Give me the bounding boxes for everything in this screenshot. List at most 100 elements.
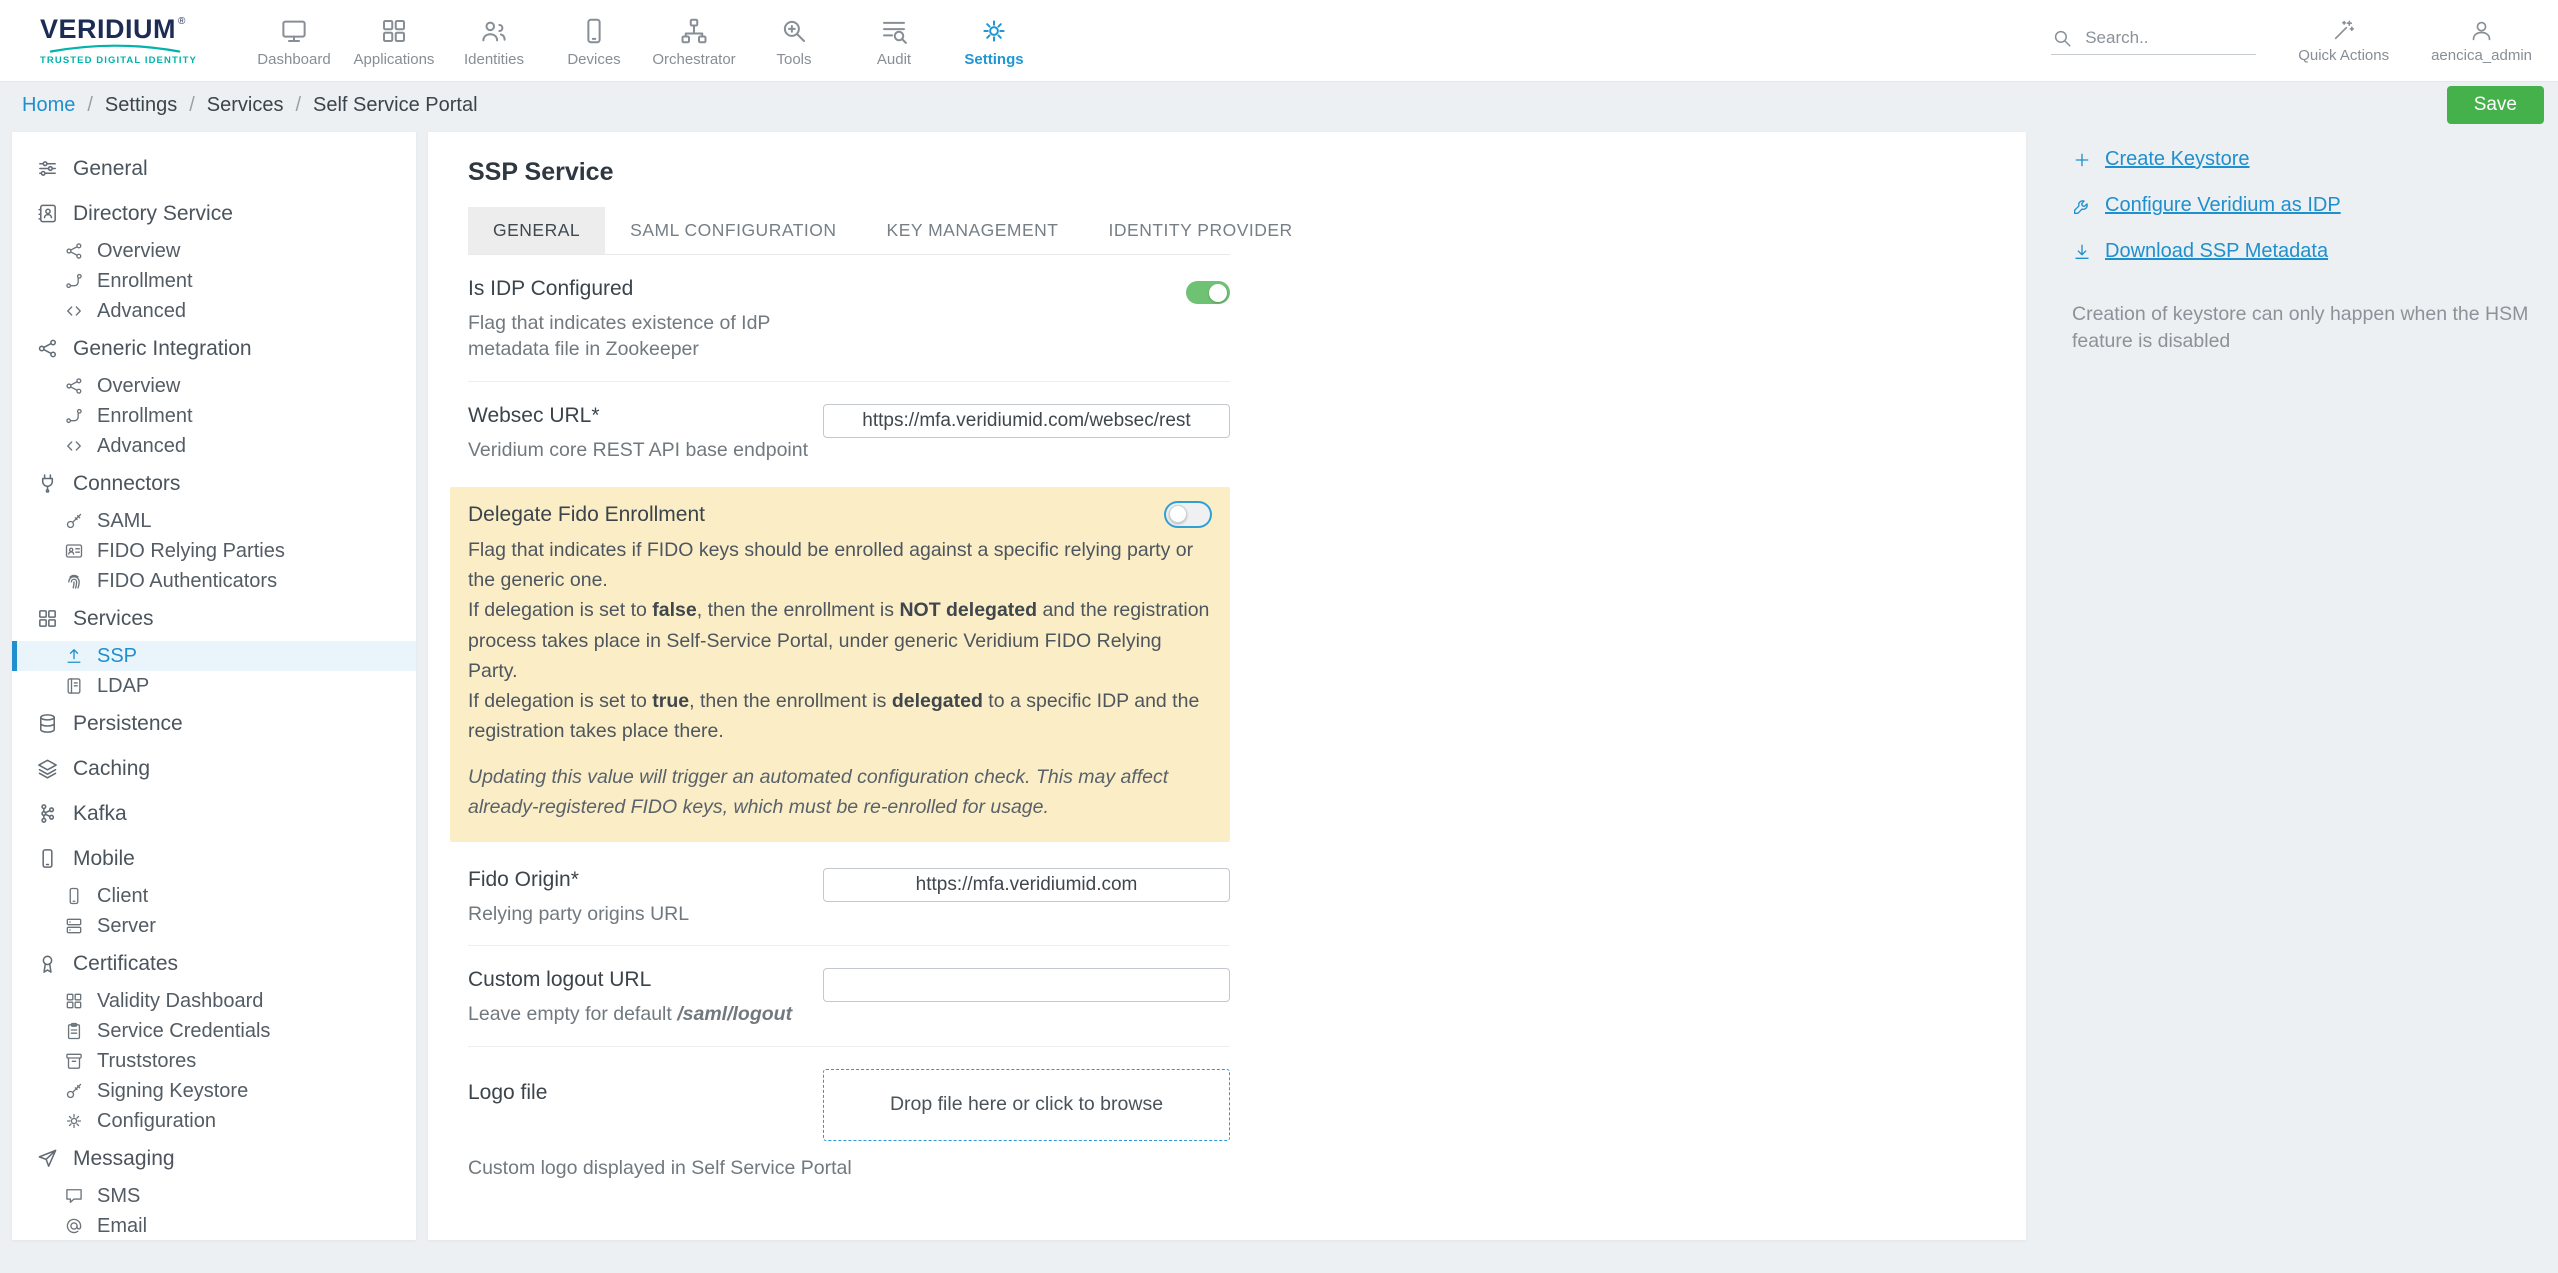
breadcrumb-services[interactable]: Services — [207, 94, 284, 117]
delegate-fido-toggle[interactable] — [1166, 503, 1210, 526]
content-area: GeneralDirectory ServiceOverviewEnrollme… — [0, 128, 2558, 1240]
sidebar-item-enrollment[interactable]: Enrollment — [12, 401, 416, 431]
nav-item-identities[interactable]: Identities — [444, 14, 544, 68]
tab-identity-provider[interactable]: IDENTITY PROVIDER — [1084, 207, 1318, 254]
sidebar-item-email[interactable]: Email — [12, 1211, 416, 1240]
sidebar-item-label: Service Credentials — [97, 1021, 270, 1041]
sidebar-item-generic-integration[interactable]: Generic Integration — [12, 326, 416, 371]
user-icon — [2469, 18, 2494, 43]
sidebar-item-configuration[interactable]: Configuration — [12, 1106, 416, 1136]
brand-tagline: TRUSTED DIGITAL IDENTITY — [40, 55, 230, 66]
share-icon — [64, 376, 84, 396]
database-icon — [36, 712, 59, 735]
delegate-fido-warning-note: Updating this value will trigger an auto… — [468, 763, 1210, 822]
logo-dropzone[interactable]: Drop file here or click to browse — [823, 1069, 1230, 1141]
sidebar-item-advanced[interactable]: Advanced — [12, 431, 416, 461]
sidebar-item-enrollment[interactable]: Enrollment — [12, 266, 416, 296]
nav-item-settings[interactable]: Settings — [944, 14, 1044, 68]
sidebar-item-label: Signing Keystore — [97, 1081, 248, 1101]
field-row-custom-logout-url: Custom logout URL Leave empty for defaul… — [468, 946, 1230, 1046]
sidebar-item-advanced[interactable]: Advanced — [12, 296, 416, 326]
configure-veridium-as-idp-link[interactable]: Configure Veridium as IDP — [2072, 194, 2536, 217]
layers-icon — [36, 757, 59, 780]
custom-logout-url-label: Custom logout URL — [468, 968, 792, 992]
sidebar-item-ssp[interactable]: SSP — [12, 641, 416, 671]
side-actions-list: Create Keystore Configure Veridium as IDP… — [2072, 148, 2536, 263]
websec-url-input[interactable] — [823, 404, 1230, 438]
sidebar-item-label: Connectors — [73, 473, 180, 495]
delegate-fido-description: Flag that indicates if FIDO keys should … — [468, 535, 1210, 747]
sidebar-item-saml[interactable]: SAML — [12, 506, 416, 536]
sidebar-item-server[interactable]: Server — [12, 911, 416, 941]
apps-icon — [36, 607, 59, 630]
sidebar-item-validity-dashboard[interactable]: Validity Dashboard — [12, 986, 416, 1016]
sidebar-item-overview[interactable]: Overview — [12, 371, 416, 401]
kafka-icon — [36, 802, 59, 825]
sidebar-item-overview[interactable]: Overview — [12, 236, 416, 266]
breadcrumb-separator: / — [189, 94, 195, 117]
save-button[interactable]: Save — [2447, 86, 2544, 124]
sidebar-item-certificates[interactable]: Certificates — [12, 941, 416, 986]
create-keystore-link[interactable]: Create Keystore — [2072, 148, 2536, 171]
send-icon — [36, 1147, 59, 1170]
breadcrumb-separator: / — [295, 94, 301, 117]
nav-item-tools[interactable]: Tools — [744, 14, 844, 68]
veridium-logo[interactable]: VERIDIUM ® TRUSTED DIGITAL IDENTITY — [40, 16, 230, 66]
tools-icon — [779, 16, 809, 46]
nav-item-label: Identities — [464, 51, 524, 68]
nav-item-applications[interactable]: Applications — [344, 14, 444, 68]
breadcrumb-self-service-portal: Self Service Portal — [313, 94, 478, 117]
nav-item-devices[interactable]: Devices — [544, 14, 644, 68]
search-icon — [2051, 27, 2073, 49]
sidebar-item-services[interactable]: Services — [12, 596, 416, 641]
is-idp-configured-toggle[interactable] — [1186, 281, 1230, 304]
sidebar-item-label: Advanced — [97, 301, 186, 321]
is-idp-configured-description: Flag that indicates existence of IdP met… — [468, 310, 813, 363]
sidebar-item-fido-authenticators[interactable]: FIDO Authenticators — [12, 566, 416, 596]
sidebar-item-service-credentials[interactable]: Service Credentials — [12, 1016, 416, 1046]
sidebar-item-persistence[interactable]: Persistence — [12, 701, 416, 746]
tab-key-management[interactable]: KEY MANAGEMENT — [862, 207, 1084, 254]
clipboard-icon — [64, 1021, 84, 1041]
sidebar-item-ldap[interactable]: LDAP — [12, 671, 416, 701]
sidebar-item-sms[interactable]: SMS — [12, 1181, 416, 1211]
custom-logout-url-input[interactable] — [823, 968, 1230, 1002]
sidebar-item-messaging[interactable]: Messaging — [12, 1136, 416, 1181]
keystore-note: Creation of keystore can only happen whe… — [2072, 301, 2558, 356]
sidebar-item-label: General — [73, 158, 148, 180]
sliders-icon — [36, 157, 59, 180]
nav-item-dashboard[interactable]: Dashboard — [244, 14, 344, 68]
sidebar-item-directory-service[interactable]: Directory Service — [12, 191, 416, 236]
breadcrumb-home[interactable]: Home — [22, 94, 75, 117]
ssp-form: GENERALSAML CONFIGURATIONKEY MANAGEMENT I… — [468, 207, 1230, 1199]
download-ssp-metadata-link[interactable]: Download SSP Metadata — [2072, 240, 2536, 263]
sidebar-item-label: Email — [97, 1216, 147, 1236]
sidebar-item-client[interactable]: Client — [12, 881, 416, 911]
sidebar-item-label: LDAP — [97, 676, 149, 696]
sidebar-item-label: Messaging — [73, 1148, 175, 1170]
sidebar-item-truststores[interactable]: Truststores — [12, 1046, 416, 1076]
field-text: Websec URL* Veridium core REST API base … — [468, 404, 808, 463]
nav-item-audit[interactable]: Audit — [844, 14, 944, 68]
user-menu[interactable]: aencica_admin — [2431, 18, 2532, 64]
wand-icon — [2331, 18, 2356, 43]
tab-general[interactable]: GENERAL — [468, 207, 605, 254]
search-input[interactable] — [2083, 27, 2243, 49]
sidebar-item-caching[interactable]: Caching — [12, 746, 416, 791]
sidebar-item-general[interactable]: General — [12, 146, 416, 191]
quick-actions-label: Quick Actions — [2298, 47, 2389, 64]
sidebar-item-kafka[interactable]: Kafka — [12, 791, 416, 836]
sidebar-item-mobile[interactable]: Mobile — [12, 836, 416, 881]
sidebar-item-connectors[interactable]: Connectors — [12, 461, 416, 506]
tab-saml-configuration[interactable]: SAML CONFIGURATION — [605, 207, 861, 254]
fido-origin-description: Relying party origins URL — [468, 901, 689, 927]
breadcrumb-settings[interactable]: Settings — [105, 94, 177, 117]
sidebar-item-fido-relying-parties[interactable]: FIDO Relying Parties — [12, 536, 416, 566]
fido-origin-input[interactable] — [823, 868, 1230, 902]
quick-actions-button[interactable]: Quick Actions — [2298, 18, 2389, 64]
is-idp-configured-label: Is IDP Configured — [468, 277, 813, 301]
sidebar-item-signing-keystore[interactable]: Signing Keystore — [12, 1076, 416, 1106]
wrench-icon — [2072, 196, 2092, 216]
sidebar-item-label: Overview — [97, 376, 180, 396]
nav-item-orchestrator[interactable]: Orchestrator — [644, 14, 744, 68]
